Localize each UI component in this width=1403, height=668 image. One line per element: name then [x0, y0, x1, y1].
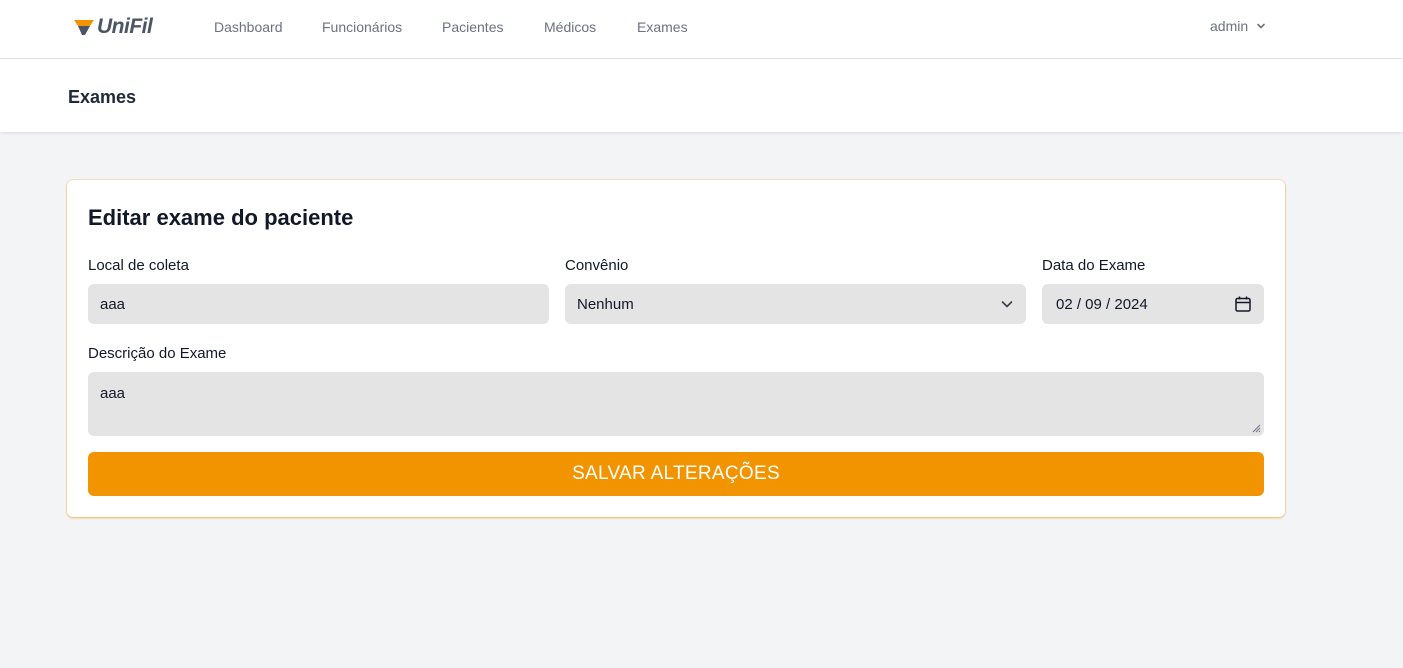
- descricao-textarea[interactable]: aaa: [88, 372, 1264, 436]
- data-exame-label: Data do Exame: [1042, 257, 1146, 274]
- convenio-value: Nenhum: [577, 295, 634, 313]
- descricao-value: aaa: [100, 385, 126, 402]
- edit-exam-card: Editar exame do paciente Local de coleta…: [67, 180, 1285, 517]
- data-exame-value: 02 / 09 / 2024: [1056, 295, 1148, 313]
- user-name: admin: [1210, 18, 1249, 34]
- save-changes-button[interactable]: SALVAR ALTERAÇÕES: [88, 452, 1264, 496]
- form-title: Editar exame do paciente: [88, 205, 354, 230]
- resize-handle-icon[interactable]: [1252, 424, 1261, 433]
- user-menu[interactable]: admin: [1210, 17, 1266, 35]
- unifil-logo[interactable]: UniFil: [73, 14, 153, 40]
- nav-exames[interactable]: Exames: [637, 18, 688, 36]
- chevron-down-icon: [1001, 301, 1013, 308]
- convenio-select[interactable]: Nenhum: [565, 284, 1026, 324]
- local-coleta-label: Local de coleta: [88, 257, 189, 274]
- top-navbar: UniFil Dashboard Funcionários Pacientes …: [0, 0, 1403, 59]
- local-coleta-input[interactable]: aaa: [88, 284, 549, 324]
- nav-pacientes[interactable]: Pacientes: [442, 18, 503, 36]
- calendar-icon[interactable]: [1234, 295, 1252, 313]
- nav-medicos[interactable]: Médicos: [544, 18, 596, 36]
- chevron-down-icon: [1257, 23, 1265, 29]
- data-exame-input[interactable]: 02 / 09 / 2024: [1042, 284, 1264, 324]
- unifil-logo-mark-icon: [74, 20, 94, 35]
- unifil-logo-text: UniFil: [97, 15, 153, 38]
- page-header: Exames: [0, 59, 1403, 132]
- convenio-label: Convênio: [565, 257, 629, 274]
- descricao-label: Descrição do Exame: [88, 345, 227, 362]
- nav-dashboard[interactable]: Dashboard: [214, 18, 283, 36]
- nav-funcionarios[interactable]: Funcionários: [322, 18, 402, 36]
- local-coleta-value: aaa: [100, 295, 126, 313]
- page-title: Exames: [68, 87, 137, 107]
